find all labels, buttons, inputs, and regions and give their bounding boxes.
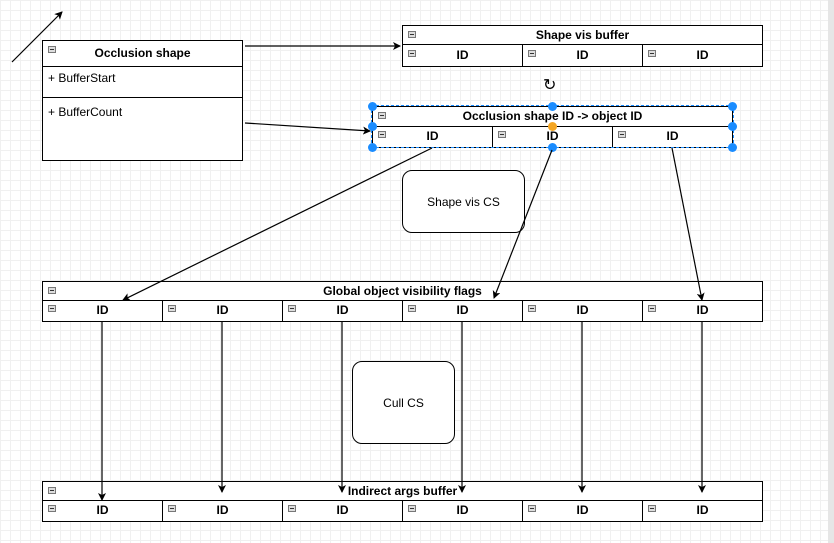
id-cell[interactable]: ID (163, 500, 283, 521)
global-flags-table[interactable]: Global object visibility flags ID ID ID … (42, 281, 763, 322)
cell-label: ID (696, 503, 709, 517)
collapse-icon[interactable] (528, 505, 536, 512)
collapse-icon[interactable] (648, 305, 656, 312)
attribute-buffer-count[interactable]: + BufferCount (48, 105, 122, 119)
collapse-icon[interactable] (48, 287, 56, 294)
shape-vis-cs-node[interactable]: Shape vis CS (402, 170, 525, 233)
indirect-args-table[interactable]: Indirect args buffer ID ID ID ID ID ID (42, 481, 763, 522)
id-cell[interactable]: ID (403, 500, 523, 521)
table-title: Shape vis buffer (535, 28, 630, 42)
collapse-icon[interactable] (648, 505, 656, 512)
collapse-icon[interactable] (528, 50, 536, 57)
id-cell[interactable]: ID (163, 300, 283, 321)
id-cell[interactable]: ID (43, 500, 163, 521)
cell-label: ID (576, 303, 589, 317)
cell-label: ID (696, 48, 709, 62)
collapse-icon[interactable] (48, 305, 56, 312)
id-cell[interactable]: ID (643, 300, 762, 321)
resize-handle[interactable] (368, 102, 377, 111)
collapse-icon[interactable] (168, 305, 176, 312)
table-title: Indirect args buffer (347, 484, 458, 498)
attribute-buffer-start[interactable]: + BufferStart (48, 71, 115, 85)
resize-handle[interactable] (548, 102, 557, 111)
resize-handle[interactable] (548, 143, 557, 152)
id-cell[interactable]: ID (523, 500, 643, 521)
cell-label: ID (336, 503, 349, 517)
occlusion-shape-class[interactable]: Occlusion shape + BufferStart + BufferCo… (42, 40, 243, 161)
id-cell[interactable]: ID (403, 300, 523, 321)
id-cell[interactable]: ID (643, 500, 762, 521)
id-cell[interactable]: ID (283, 500, 403, 521)
id-cell[interactable]: ID (283, 300, 403, 321)
cell-label: ID (696, 303, 709, 317)
id-cell[interactable]: ID (523, 300, 643, 321)
resize-handle[interactable] (728, 102, 737, 111)
cell-label: ID (216, 503, 229, 517)
cell-label: ID (96, 503, 109, 517)
cell-label: ID (576, 48, 589, 62)
collapse-icon[interactable] (48, 487, 56, 494)
cell-label: ID (576, 503, 589, 517)
collapse-icon[interactable] (408, 31, 416, 38)
resize-handle[interactable] (728, 143, 737, 152)
cell-label: ID (456, 503, 469, 517)
id-cell[interactable]: ID (643, 45, 762, 66)
shape-vis-buffer-table[interactable]: Shape vis buffer ID ID ID (402, 25, 763, 67)
cell-label: ID (216, 303, 229, 317)
collapse-icon[interactable] (408, 305, 416, 312)
cell-label: ID (456, 48, 469, 62)
collapse-icon[interactable] (48, 505, 56, 512)
table-title: Global object visibility flags (323, 284, 482, 298)
id-cell[interactable]: ID (523, 45, 643, 66)
collapse-icon[interactable] (288, 505, 296, 512)
collapse-icon[interactable] (48, 46, 56, 53)
collapse-icon[interactable] (528, 305, 536, 312)
resize-handle[interactable] (368, 122, 377, 131)
cell-label: ID (456, 303, 469, 317)
collapse-icon[interactable] (408, 50, 416, 57)
collapse-icon[interactable] (168, 505, 176, 512)
id-cell[interactable]: ID (43, 300, 163, 321)
cell-label: ID (336, 303, 349, 317)
collapse-icon[interactable] (648, 50, 656, 57)
id-cell[interactable]: ID (403, 45, 523, 66)
rotate-icon[interactable]: ↻ (543, 75, 556, 95)
cell-label: ID (96, 303, 109, 317)
collapse-icon[interactable] (288, 305, 296, 312)
resize-handle[interactable] (728, 122, 737, 131)
connection-handle[interactable] (548, 122, 557, 131)
class-title: Occlusion shape (94, 46, 191, 60)
collapse-icon[interactable] (408, 505, 416, 512)
resize-handle[interactable] (368, 143, 377, 152)
cull-cs-node[interactable]: Cull CS (352, 361, 455, 444)
